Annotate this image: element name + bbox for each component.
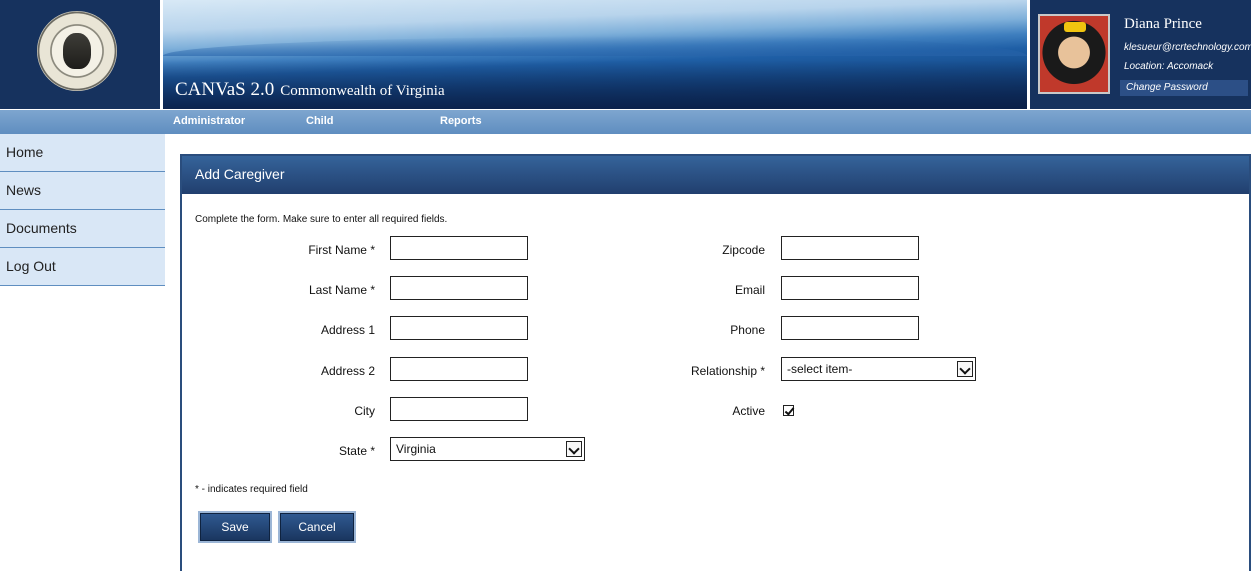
nav-child[interactable]: Child: [306, 115, 334, 127]
header-banner: CANVaS 2.0 Commonwealth of Virginia: [163, 0, 1027, 109]
chevron-down-icon[interactable]: [566, 441, 582, 457]
state-select-value: Virginia: [396, 442, 436, 456]
state-label: State *: [338, 444, 375, 458]
sidebar-item-log-out[interactable]: Log Out: [0, 248, 165, 286]
save-button[interactable]: Save: [200, 513, 270, 541]
seal-figure: [63, 33, 91, 69]
avatar: [1038, 14, 1110, 94]
nav-administrator[interactable]: Administrator: [173, 115, 245, 127]
chevron-down-icon[interactable]: [957, 361, 973, 377]
relationship-label: Relationship *: [690, 364, 765, 378]
user-email: klesueur@rcrtechnology.com: [1124, 42, 1251, 53]
app-subtitle: Commonwealth of Virginia: [280, 83, 445, 99]
user-location: Location: Accomack: [1124, 61, 1214, 72]
last-name-label: Last Name *: [308, 283, 375, 297]
relationship-select[interactable]: -select item-: [781, 357, 976, 381]
form-instructions: Complete the form. Make sure to enter al…: [195, 214, 448, 225]
virginia-seal-logo: [37, 11, 117, 91]
address1-label: Address 1: [320, 323, 375, 337]
zipcode-label: Zipcode: [722, 243, 765, 257]
change-password-link[interactable]: Change Password: [1120, 80, 1248, 96]
user-name: Diana Prince: [1124, 16, 1202, 32]
phone-label: Phone: [730, 323, 765, 337]
banner-mountain-ridge: [163, 36, 1027, 56]
email-label: Email: [734, 283, 765, 297]
required-note: * - indicates required field: [195, 484, 308, 495]
first-name-label: First Name *: [308, 243, 375, 257]
add-caregiver-panel: Add Caregiver Complete the form. Make su…: [180, 154, 1251, 571]
zipcode-field[interactable]: [781, 236, 919, 260]
first-name-field[interactable]: [390, 236, 528, 260]
nav-reports[interactable]: Reports: [440, 115, 482, 127]
panel-header: Add Caregiver: [182, 156, 1249, 194]
address2-field[interactable]: [390, 357, 528, 381]
phone-field[interactable]: [781, 316, 919, 340]
relationship-select-value: -select item-: [787, 362, 853, 376]
top-nav-bar: Administrator Child Reports: [0, 110, 1251, 134]
email-field[interactable]: [781, 276, 919, 300]
sidebar-item-home[interactable]: Home: [0, 134, 165, 172]
app-name: CANVaS 2.0: [175, 79, 275, 100]
active-checkbox[interactable]: [783, 405, 794, 416]
sidebar: Home News Documents Log Out: [0, 134, 165, 286]
city-label: City: [354, 404, 375, 418]
seal-box: [0, 0, 160, 109]
cancel-button[interactable]: Cancel: [280, 513, 354, 541]
city-field[interactable]: [390, 397, 528, 421]
state-select[interactable]: Virginia: [390, 437, 585, 461]
address2-label: Address 2: [320, 364, 375, 378]
panel-title: Add Caregiver: [195, 166, 285, 182]
user-info-panel: Diana Prince klesueur@rcrtechnology.com …: [1030, 0, 1251, 109]
sidebar-item-news[interactable]: News: [0, 172, 165, 210]
active-label: Active: [732, 404, 765, 418]
page-header: CANVaS 2.0 Commonwealth of Virginia Diana…: [0, 0, 1251, 109]
app-title: CANVaS 2.0 Commonwealth of Virginia: [175, 79, 445, 101]
address1-field[interactable]: [390, 316, 528, 340]
avatar-tiara: [1064, 22, 1086, 32]
last-name-field[interactable]: [390, 276, 528, 300]
sidebar-item-documents[interactable]: Documents: [0, 210, 165, 248]
